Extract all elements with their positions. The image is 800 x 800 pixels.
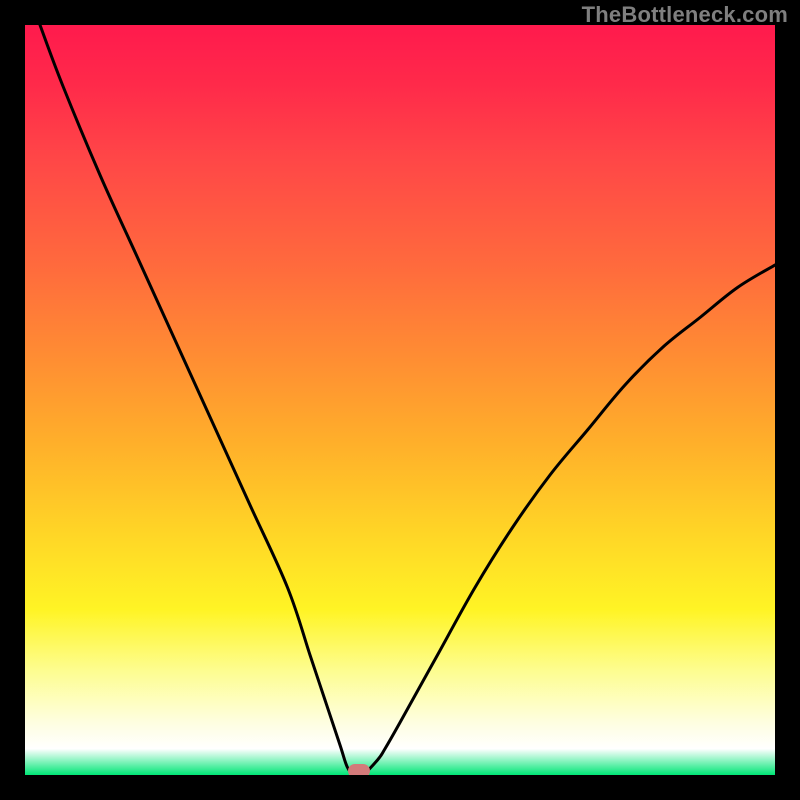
bottleneck-curve	[25, 25, 775, 775]
optimum-marker	[348, 764, 370, 776]
plot-area	[25, 25, 775, 775]
chart-frame: TheBottleneck.com	[0, 0, 800, 800]
